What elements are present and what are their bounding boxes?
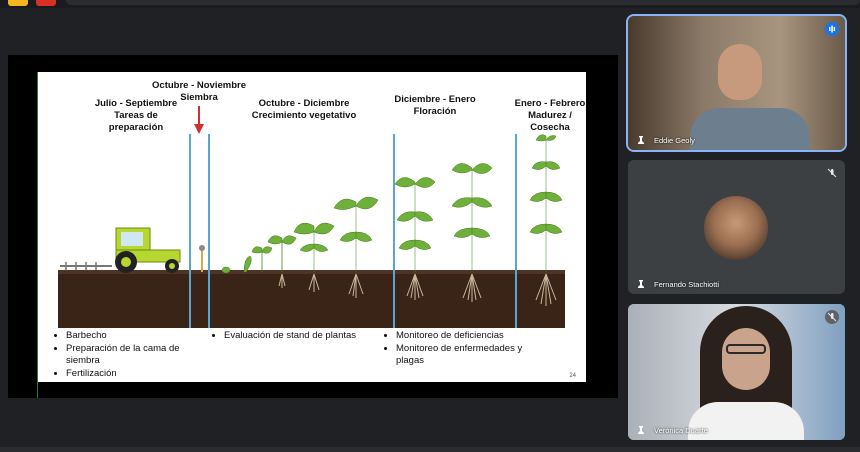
- plant-growth-illustration: [221, 134, 563, 306]
- phase-heading-oct-dic: Octubre - Diciembre Crecimiento vegetati…: [244, 98, 364, 122]
- tractor-icon: [60, 227, 181, 273]
- bullet-list-vegetative: Evaluación de stand de plantas: [208, 330, 388, 343]
- phase-line: Diciembre - Enero: [394, 94, 476, 105]
- phase-line: Octubre - Diciembre: [258, 98, 350, 109]
- pin-icon[interactable]: [636, 280, 646, 290]
- bullet-item: Fertilización: [66, 368, 180, 381]
- pin-icon[interactable]: [636, 426, 646, 436]
- phase-line: Floración: [413, 106, 457, 117]
- red-control-icon[interactable]: [36, 0, 56, 6]
- phase-line: Crecimiento vegetativo: [251, 110, 357, 121]
- participant-tile-veronica[interactable]: Verónica Duarte: [628, 304, 845, 440]
- participant-name: Verónica Duarte: [654, 426, 708, 435]
- participant-face: [722, 328, 770, 390]
- phase-heading-oct-nov: Octubre - Noviembre Siembra: [146, 80, 252, 104]
- speaking-indicator-icon: [825, 22, 839, 36]
- glasses-icon: [726, 344, 766, 354]
- participant-shirt: [690, 108, 810, 150]
- bullet-item: Barbecho: [66, 330, 180, 343]
- presentation-slide: Julio - Septiembre Tareas de preparación…: [38, 72, 586, 382]
- participant-tile-fernando[interactable]: Fernando Stachiotti: [628, 160, 845, 294]
- phase-line: preparación: [108, 122, 164, 133]
- mic-off-icon: [825, 310, 839, 324]
- timeline-divider: [189, 134, 191, 328]
- bullet-item: Monitoreo de enfermedades y plagas: [396, 343, 550, 368]
- bullet-item: Monitoreo de deficiencias: [396, 330, 550, 343]
- phase-heading-dic-ene: Diciembre - Enero Floración: [388, 94, 482, 118]
- seed-stake-icon: [199, 245, 205, 272]
- participant-tile-eddie[interactable]: Eddie Geoly: [626, 14, 847, 152]
- phase-line: Siembra: [180, 92, 218, 103]
- bullet-list-preparation: Barbecho Preparación de la cama de siemb…: [50, 330, 180, 380]
- avatar: [704, 196, 768, 260]
- phase-line: Enero - Febrero: [514, 98, 586, 109]
- pin-icon[interactable]: [636, 136, 646, 146]
- bullet-list-flowering: Monitoreo de deficiencias Monitoreo de e…: [380, 330, 550, 368]
- participant-name: Fernando Stachiotti: [654, 280, 720, 289]
- phase-line: Tareas de: [114, 110, 158, 121]
- slide-page-number: 24: [569, 373, 576, 379]
- phase-line: Octubre - Noviembre: [152, 80, 246, 91]
- timeline-divider: [208, 134, 210, 328]
- bottom-bar: [0, 447, 860, 452]
- top-strip: [66, 0, 860, 5]
- arrow-down-icon: [194, 106, 204, 134]
- participant-name: Eddie Geoly: [654, 136, 695, 145]
- yellow-control-icon[interactable]: [8, 0, 28, 6]
- phase-line: Madurez /: [528, 110, 572, 121]
- mic-off-icon: [825, 166, 839, 180]
- phase-heading-ene-feb: Enero - Febrero Madurez / Cosecha: [510, 98, 590, 134]
- bullet-item: Preparación de la cama de siembra: [66, 343, 180, 368]
- participant-face: [718, 44, 762, 100]
- bullet-item: Evaluación de stand de plantas: [224, 330, 388, 343]
- top-bar: [0, 0, 860, 8]
